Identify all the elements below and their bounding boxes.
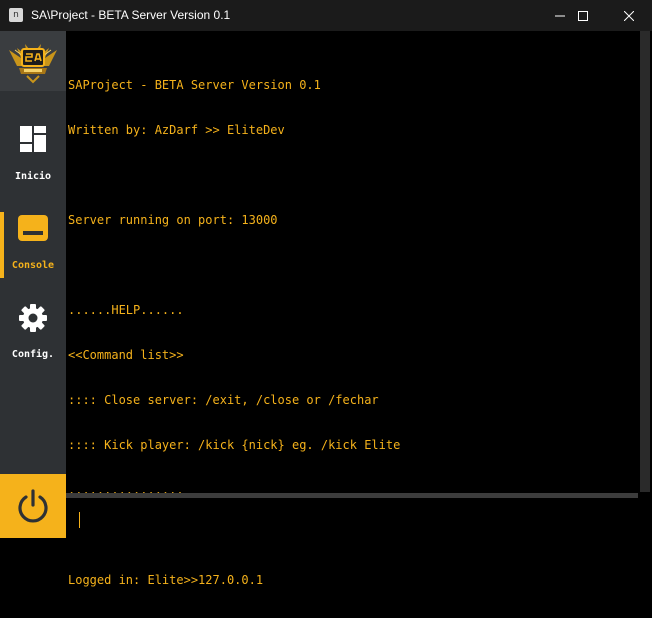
power-button[interactable]	[0, 474, 66, 538]
window-title: SA\Project - BETA Server Version 0.1	[31, 8, 231, 22]
command-input[interactable]	[76, 506, 636, 530]
sidebar-item-config[interactable]: Config.	[0, 297, 66, 371]
console-line: :::: Close server: /exit, /close or /fec…	[68, 393, 379, 407]
power-icon	[18, 489, 48, 523]
maximize-button[interactable]	[560, 0, 606, 31]
logo	[0, 31, 66, 91]
sidebar-item-console[interactable]: Console	[0, 208, 66, 282]
maximize-icon	[578, 10, 588, 21]
sidebar-item-label: Config.	[11, 349, 55, 360]
sidebar: Inicio Console Config.	[0, 31, 66, 538]
vertical-scrollbar-thumb[interactable]	[640, 31, 650, 492]
app-icon[interactable]: n	[9, 8, 23, 22]
console-line: :::: Kick player: /kick {nick} eg. /kick…	[68, 438, 401, 452]
console-line: Written by: AzDarf >> EliteDev	[68, 123, 285, 137]
console-line: Logged in: Elite>>127.0.0.1	[68, 573, 264, 587]
console-line: <<Command list>>	[68, 348, 184, 362]
sidebar-item-label: Inicio	[14, 171, 52, 182]
console-line: SAProject - BETA Server Version 0.1	[68, 78, 321, 92]
close-icon	[624, 10, 634, 21]
gear-icon	[19, 304, 47, 332]
console-output[interactable]: SAProject - BETA Server Version 0.1 Writ…	[66, 31, 652, 587]
sa-project-logo	[9, 44, 57, 84]
sidebar-item-label: Console	[11, 260, 55, 271]
vertical-scrollbar[interactable]	[638, 31, 652, 497]
close-button[interactable]	[606, 0, 652, 31]
console-line: Server running on port: 13000	[68, 213, 278, 227]
sidebar-item-inicio[interactable]: Inicio	[0, 119, 66, 193]
command-input-area	[66, 498, 652, 538]
console-line: ......HELP......	[68, 303, 184, 317]
title-bar[interactable]: n SA\Project - BETA Server Version 0.1	[0, 0, 652, 31]
text-caret	[79, 512, 80, 528]
console-icon	[18, 215, 48, 241]
dashboard-grid-icon	[20, 126, 46, 152]
